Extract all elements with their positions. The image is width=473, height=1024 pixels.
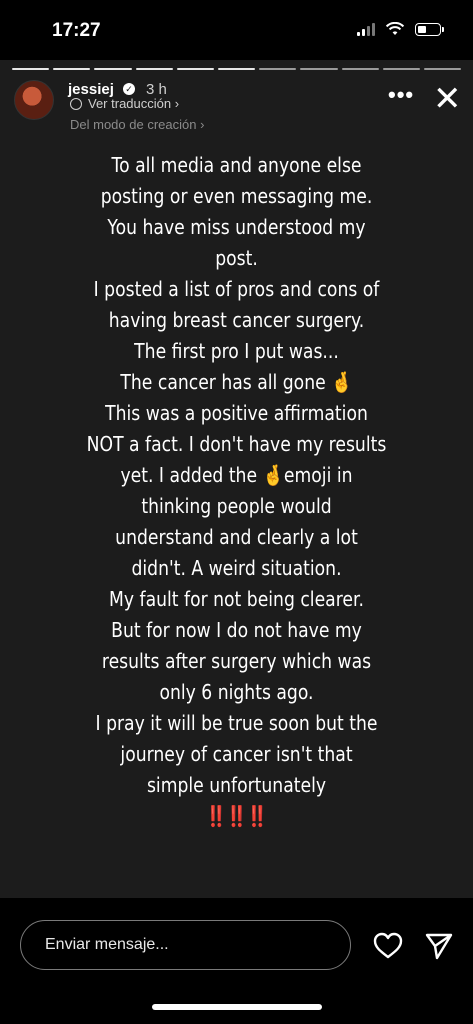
translate-icon [70, 97, 82, 110]
story-line: This was a positive affirmation [105, 401, 368, 425]
story-line: only 6 nights ago. [159, 680, 314, 704]
story-line: I pray it will be true soon but the [95, 711, 378, 735]
cellular-signal-icon [357, 22, 375, 36]
translate-label: Ver traducción › [88, 96, 180, 111]
story-line: The first pro I put was... [134, 339, 339, 363]
story-line: thinking people would [141, 494, 332, 518]
story-line: But for now I do not have my [111, 618, 362, 642]
status-bar: 17:27 [0, 0, 473, 64]
verified-badge-icon: ✓ [123, 83, 135, 95]
story-line: post. [215, 246, 258, 270]
story-line: understand and clearly a lot [115, 525, 358, 549]
message-input[interactable]: Enviar mensaje... [20, 920, 351, 970]
story-line: journey of cancer isn't that [120, 742, 353, 766]
story-line: I posted a list of pros and cons of [93, 277, 380, 301]
story-view[interactable]: jessiej ✓ 3 h Ver traducción › Del modo … [0, 60, 473, 898]
double-exclamation-emoji: ‼️‼️‼️ [205, 804, 269, 828]
story-line: You have miss understood my [107, 215, 366, 239]
send-icon[interactable] [424, 932, 454, 965]
wifi-icon [385, 22, 405, 36]
story-line: My fault for not being clearer. [109, 587, 364, 611]
battery-icon [415, 22, 444, 36]
story-line: The cancer has all gone 🤞 [120, 370, 353, 394]
story-line: having breast cancer surgery. [108, 308, 365, 332]
story-line: didn't. A weird situation. [131, 556, 342, 580]
story-line: posting or even messaging me. [100, 184, 373, 208]
avatar[interactable] [14, 80, 54, 120]
story-line: results after surgery which was [101, 649, 372, 673]
home-indicator[interactable] [152, 1004, 322, 1010]
status-icons [357, 22, 444, 36]
story-text: To all media and anyone else posting or … [33, 150, 440, 832]
more-options-icon[interactable]: ••• [388, 82, 414, 108]
close-icon[interactable]: ✕ [433, 82, 462, 116]
status-time: 17:27 [52, 20, 101, 41]
story-line: NOT a fact. I don't have my results [86, 432, 387, 456]
heart-icon[interactable] [373, 932, 403, 965]
story-line: yet. I added the 🤞emoji in [120, 463, 353, 487]
story-line: simple unfortunately [146, 773, 327, 797]
bottom-bar: Enviar mensaje... [0, 898, 473, 1024]
translate-link[interactable]: Ver traducción › [70, 96, 179, 111]
story-line: To all media and anyone else [111, 153, 362, 177]
story-progress [12, 68, 462, 70]
creation-mode-link[interactable]: Del modo de creación › [70, 117, 204, 132]
